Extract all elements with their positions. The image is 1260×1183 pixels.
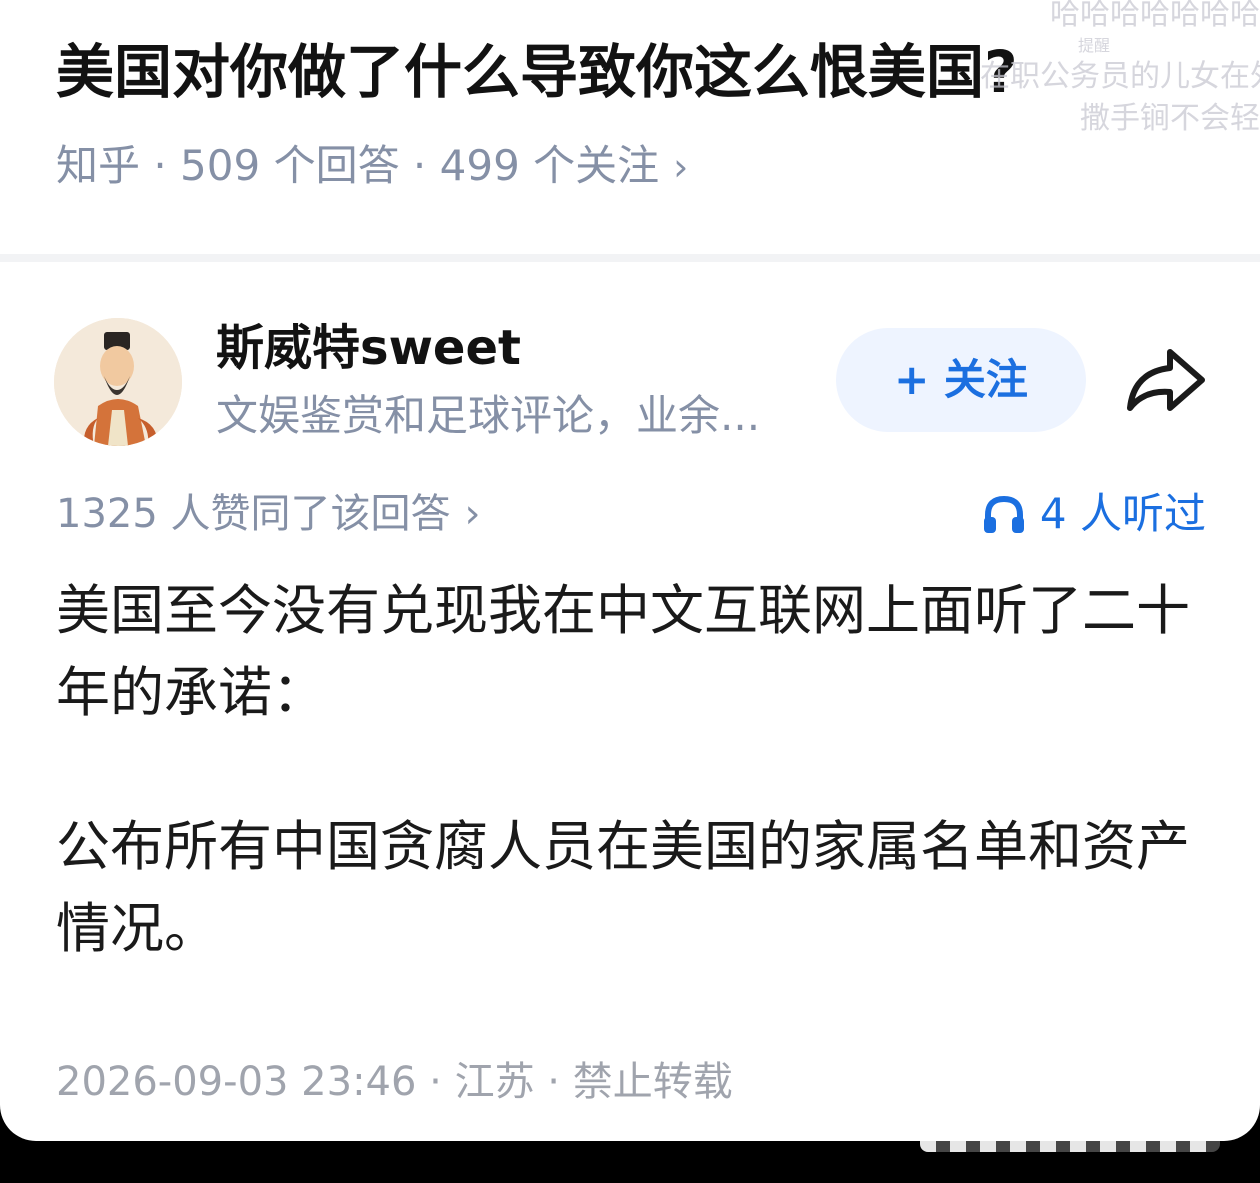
watermark-line-4: 撒手锏不会轻 <box>1080 101 1260 136</box>
watermark-line-3: 在职公务员的儿女在外 <box>980 59 1260 94</box>
watermark-line-1: 哈哈哈哈哈哈哈 <box>1050 0 1260 32</box>
share-arrow-icon <box>1127 349 1205 411</box>
vote-count-link[interactable]: 1325 人赞同了该回答 › <box>56 486 481 542</box>
author-name[interactable]: 斯威特sweet <box>216 316 521 380</box>
question-title[interactable]: 美国对你做了什么导致你这么恨美国? <box>56 28 1018 116</box>
avatar-portrait-icon <box>54 318 182 446</box>
watermark-line-2: 提醒 <box>1077 36 1110 55</box>
question-meta-link[interactable]: 知乎 · 509 个回答 · 499 个关注 › <box>56 138 688 195</box>
share-button[interactable] <box>1122 346 1208 416</box>
section-divider <box>0 254 1260 262</box>
question-meta-text: 知乎 · 509 个回答 · 499 个关注 <box>56 141 660 190</box>
listen-link[interactable]: 4 人听过 <box>982 486 1206 542</box>
vote-count-text: 1325 人赞同了该回答 <box>56 491 451 537</box>
answer-footer-meta: 2026-09-03 23:46 · 江苏 · 禁止转载 <box>56 1059 733 1105</box>
chevron-right-icon: › <box>464 491 481 537</box>
avatar[interactable] <box>54 318 182 446</box>
listen-count-text: 4 人听过 <box>1039 489 1206 538</box>
answer-paragraph: 公布所有中国贪腐人员在美国的家属名单和资产情况。 <box>56 815 1190 960</box>
chevron-right-icon: › <box>673 145 689 189</box>
headphones-icon <box>983 495 1024 533</box>
author-bio: 文娱鉴赏和足球评论，业余... <box>216 391 761 440</box>
answer-paragraph: 美国至今没有兑现我在中文互联网上面听了二十年的承诺： <box>56 579 1190 724</box>
watermark-overlay: 哈哈哈哈哈哈哈 提醒 在职公务员的儿女在外 撒手锏不会轻 <box>980 0 1260 140</box>
answer-card: 美国对你做了什么导致你这么恨美国? 知乎 · 509 个回答 · 499 个关注… <box>0 0 1260 1141</box>
bottom-watermark-logo <box>920 1126 1220 1152</box>
follow-button[interactable]: + 关注 <box>836 328 1086 432</box>
